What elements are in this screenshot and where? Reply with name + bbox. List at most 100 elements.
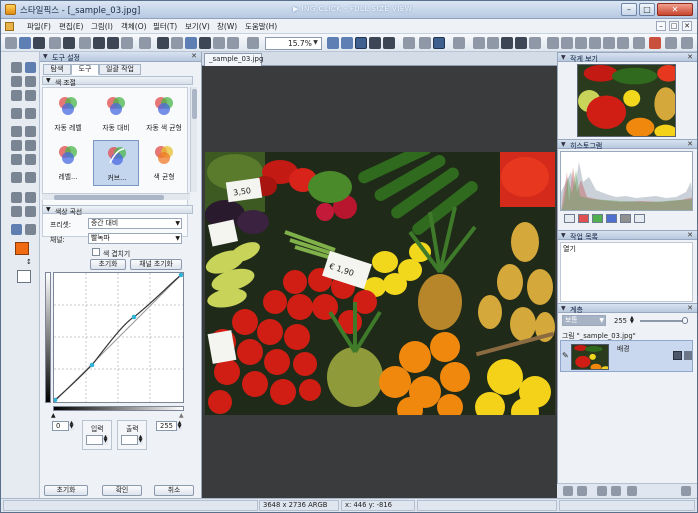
cancel-button[interactable]: 취소 [154,485,194,496]
spinner-icon[interactable]: ▲ ▼ [68,421,74,431]
color-picker-icon[interactable] [11,224,22,235]
paste-icon[interactable] [185,37,197,49]
panel-close-icon[interactable]: ✕ [191,52,197,60]
spinner-icon[interactable]: ▲ ▼ [102,435,108,445]
slice-tool-icon[interactable] [25,108,36,119]
ok-button[interactable]: 확인 [102,485,142,496]
move-up-icon[interactable] [597,486,607,496]
minimize-button[interactable]: – [621,3,637,16]
doc-close-button[interactable]: ✕ [682,21,692,31]
delete-layer-icon[interactable] [681,486,691,496]
curve-reset-button[interactable]: 초기화 [90,259,126,270]
collapse-icon[interactable]: ▼ [561,305,566,312]
doc-minimize-button[interactable]: – [656,21,666,31]
history-item[interactable]: 열기 [563,244,576,254]
align-icon[interactable] [529,37,541,49]
panel-close-icon[interactable]: ✕ [687,231,693,239]
auto-levels-item[interactable]: 자동 레벨 [45,91,91,137]
magic-wand-icon[interactable] [25,90,36,101]
blend-mode-select[interactable]: 보통 ▼ [562,315,606,326]
canvas-image[interactable]: 3,50 € 1,90 [205,152,555,415]
crop-tool-icon[interactable] [11,108,22,119]
market-photo[interactable]: 3,50 € 1,90 [205,152,555,415]
next-icon[interactable] [107,37,119,49]
adjustments-hscrollbar[interactable] [42,193,190,200]
fit-window-icon[interactable] [355,37,367,49]
document-tab[interactable]: _sample_03.jpg [204,53,263,66]
rotate-left-icon[interactable] [501,37,513,49]
collapse-icon[interactable]: ▼ [561,232,566,239]
ruler-icon[interactable] [419,37,431,49]
scroll-thumb[interactable] [192,89,197,119]
clone-tool-icon[interactable] [11,154,22,165]
section-color-curve[interactable]: ▼ 색상 곡선 [42,205,193,216]
swap-colors-icon[interactable]: ↕ [26,258,32,266]
maximize-button[interactable]: □ [639,3,655,16]
layer-up-icon[interactable] [547,37,559,49]
group-icon[interactable] [603,37,615,49]
settings-icon[interactable] [139,37,151,49]
full-screen-icon[interactable] [383,37,395,49]
zoom-select[interactable]: 15.7% ▼ [265,37,322,50]
eraser-tool-icon[interactable] [25,126,36,137]
menu-image[interactable]: 그림(I) [91,21,113,32]
curves-item[interactable]: 커브... [93,140,139,186]
sharpen-tool-icon[interactable] [25,172,36,183]
save-as-icon[interactable] [63,37,75,49]
menu-object[interactable]: 객체(O) [121,21,147,32]
prev-icon[interactable] [93,37,105,49]
new-layer-icon[interactable] [563,486,573,496]
move-down-icon[interactable] [611,486,621,496]
channel-blue-icon[interactable] [606,214,617,223]
histogram-options-icon[interactable] [634,214,645,223]
delete-object-icon[interactable] [649,37,661,49]
copy-icon[interactable] [171,37,183,49]
channel-select[interactable]: 빨녹파 ▼ [88,233,182,244]
pointer-tool-icon[interactable] [25,62,36,73]
redo-icon[interactable] [227,37,239,49]
actual-size-icon[interactable] [369,37,381,49]
menu-view[interactable]: 보기(V) [185,21,210,32]
rotate-right-icon[interactable] [515,37,527,49]
flip-h-icon[interactable] [473,37,485,49]
layer-down-icon[interactable] [561,37,573,49]
overlay-checkbox[interactable] [92,248,100,256]
flip-v-icon[interactable] [487,37,499,49]
black-point-icon[interactable]: ▲ [51,412,56,419]
duplicate-layer-icon[interactable] [577,486,587,496]
collapse-icon[interactable]: ▼ [561,54,566,61]
layer-visible-icon[interactable] [673,351,682,360]
delete-icon[interactable] [199,37,211,49]
auto-color-balance-item[interactable]: 자동 색 균형 [141,91,187,137]
ellipse-select-icon[interactable] [25,76,36,87]
tab-navigate[interactable]: 탐색 [43,64,71,75]
options-icon[interactable] [681,37,693,49]
menu-help[interactable]: 도움말(H) [245,21,277,32]
zoom-out-icon[interactable] [341,37,353,49]
first-icon[interactable] [79,37,91,49]
scroll-thumb[interactable] [54,195,164,200]
layer-row[interactable]: ✎ 배경 [560,340,693,372]
cut-icon[interactable] [157,37,169,49]
ungroup-icon[interactable] [617,37,629,49]
red-eye-tool-icon[interactable] [11,172,22,183]
input-max-field[interactable]: 255 ▲ ▼ [156,421,182,431]
channel-red-icon[interactable] [578,214,589,223]
print-icon[interactable] [49,37,61,49]
zoom-tool-icon[interactable] [25,224,36,235]
properties-icon[interactable] [665,37,677,49]
fill-tool-icon[interactable] [25,140,36,151]
save-icon[interactable] [33,37,45,49]
section-color-adjust[interactable]: ▼ 색 조절 [42,76,193,87]
lasso-tool-icon[interactable] [11,90,22,101]
adjustments-scrollbar[interactable] [190,87,197,192]
curve-editor[interactable] [53,272,184,403]
layer-bottom-icon[interactable] [589,37,601,49]
menu-edit[interactable]: 편집(E) [59,21,83,32]
grid-icon[interactable] [403,37,415,49]
channel-green-icon[interactable] [592,214,603,223]
tab-tools[interactable]: 도구 [71,64,99,75]
white-point-icon[interactable]: ▲ [179,412,184,419]
doc-restore-button[interactable]: □ [669,21,679,31]
collapse-icon[interactable]: ▼ [43,53,48,60]
